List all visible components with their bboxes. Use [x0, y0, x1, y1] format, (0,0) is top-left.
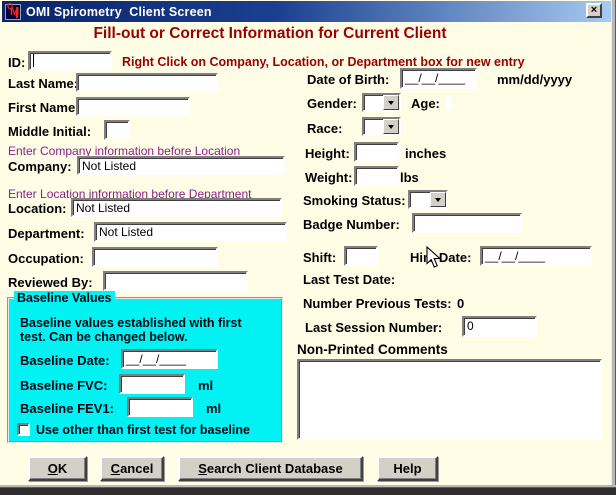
baseline-checkbox-label[interactable]: Use other than first test for baseline	[36, 423, 250, 437]
shift-label: Shift:	[303, 250, 336, 265]
app-icon: O M	[5, 4, 21, 20]
window-title: OMI Spirometry Client Screen	[26, 5, 212, 19]
location-input[interactable]: Not Listed	[71, 198, 282, 217]
company-label: Company:	[8, 159, 72, 174]
race-dropdown[interactable]	[362, 117, 401, 136]
cancel-button[interactable]: Cancel	[100, 456, 164, 481]
chevron-down-icon	[435, 198, 441, 205]
race-label: Race:	[307, 121, 342, 136]
help-button[interactable]: Help	[377, 456, 438, 481]
close-icon: ×	[591, 5, 597, 16]
titlebar[interactable]: O M OMI Spirometry Client Screen	[2, 1, 611, 22]
text-caret	[33, 54, 34, 67]
ok-button[interactable]: OK	[28, 456, 87, 481]
id-input[interactable]	[28, 51, 112, 71]
badge-number-label: Badge Number:	[303, 217, 400, 232]
id-label: ID:	[8, 55, 25, 70]
smoking-status-label: Smoking Status:	[303, 193, 406, 208]
weight-label: Weight:	[305, 170, 352, 185]
gender-dropdown-value	[364, 95, 383, 110]
gender-dropdown[interactable]	[362, 93, 401, 112]
help-button-label: Help	[379, 461, 436, 476]
baseline-fvc-input[interactable]	[119, 374, 185, 394]
reviewed-by-input[interactable]	[103, 271, 248, 291]
last-session-label: Last Session Number:	[305, 320, 442, 335]
instruction-text: Right Click on Company, Location, or Dep…	[122, 55, 525, 69]
prev-tests-value: 0	[457, 296, 464, 311]
height-input[interactable]	[354, 142, 399, 162]
cancel-button-label: Cancel	[102, 461, 162, 476]
close-button[interactable]: ×	[586, 3, 602, 18]
baseline-fev1-unit: ml	[206, 401, 221, 416]
department-label: Department:	[8, 226, 85, 241]
weight-input[interactable]	[354, 166, 399, 186]
baseline-fev1-label: Baseline FEV1:	[20, 401, 114, 416]
baseline-values-group: Baseline Values Baseline values establis…	[7, 297, 283, 443]
hire-date-input[interactable]: __/__/____	[480, 246, 592, 266]
occupation-input[interactable]	[92, 247, 218, 267]
baseline-date-input[interactable]: __/__/____	[121, 349, 218, 369]
client-screen-dialog: O M OMI Spirometry Client Screen × Fill-…	[0, 0, 616, 495]
mouse-cursor-icon	[426, 246, 442, 269]
last-name-label: Last Name:	[8, 76, 78, 91]
window-border-right	[611, 0, 616, 489]
race-dropdown-button[interactable]	[383, 119, 399, 134]
height-unit-label: inches	[405, 146, 446, 161]
baseline-checkbox[interactable]	[17, 423, 30, 436]
last-session-input[interactable]: 0	[462, 316, 537, 337]
baseline-fev1-input[interactable]	[127, 397, 193, 417]
last-test-date-label: Last Test Date:	[303, 272, 395, 287]
smoking-status-dropdown[interactable]	[408, 190, 448, 209]
first-name-label: First Name:	[8, 100, 80, 115]
middle-initial-label: Middle Initial:	[8, 124, 91, 139]
department-input[interactable]: Not Listed	[94, 222, 287, 242]
baseline-fvc-unit: ml	[198, 378, 213, 393]
search-client-database-button[interactable]: Search Client Database	[178, 456, 363, 481]
shift-input[interactable]	[344, 246, 378, 266]
location-label: Location:	[8, 201, 67, 216]
smoking-status-dropdown-button[interactable]	[430, 192, 446, 207]
badge-number-input[interactable]	[412, 213, 522, 233]
smoking-status-dropdown-value	[410, 192, 430, 207]
baseline-description-line1: Baseline values established with first	[20, 316, 242, 330]
dob-format-label: mm/dd/yyyy	[497, 72, 572, 87]
age-label: Age:	[411, 96, 440, 111]
comments-label: Non-Printed Comments	[297, 342, 448, 357]
baseline-date-label: Baseline Date:	[20, 353, 110, 368]
last-name-input[interactable]	[76, 73, 218, 92]
baseline-group-title: Baseline Values	[14, 291, 115, 305]
prev-tests-label: Number Previous Tests:	[303, 296, 452, 311]
age-value-area	[446, 95, 451, 110]
first-name-input[interactable]	[76, 97, 190, 116]
desktop-background	[0, 488, 616, 495]
occupation-label: Occupation:	[8, 251, 84, 266]
ok-button-label: OK	[30, 461, 85, 476]
page-title: Fill-out or Correct Information for Curr…	[0, 25, 540, 43]
comments-textarea[interactable]	[297, 359, 602, 440]
gender-dropdown-button[interactable]	[383, 95, 399, 110]
middle-initial-input[interactable]	[104, 120, 130, 140]
baseline-description-line2: test. Can be changed below.	[20, 330, 188, 344]
chevron-down-icon	[388, 101, 394, 108]
company-input[interactable]: Not Listed	[77, 156, 285, 175]
reviewed-by-label: Reviewed By:	[8, 275, 93, 290]
baseline-fvc-label: Baseline FVC:	[20, 378, 107, 393]
gender-label: Gender:	[307, 96, 357, 111]
height-label: Height:	[305, 146, 350, 161]
chevron-down-icon	[388, 125, 394, 132]
search-button-label: Search Client Database	[180, 461, 361, 476]
dob-input[interactable]: __/__/____	[400, 68, 477, 89]
app-icon-bar	[16, 7, 18, 18]
weight-unit-label: lbs	[400, 170, 419, 185]
race-dropdown-value	[364, 119, 383, 134]
dob-label: Date of Birth:	[307, 72, 389, 87]
